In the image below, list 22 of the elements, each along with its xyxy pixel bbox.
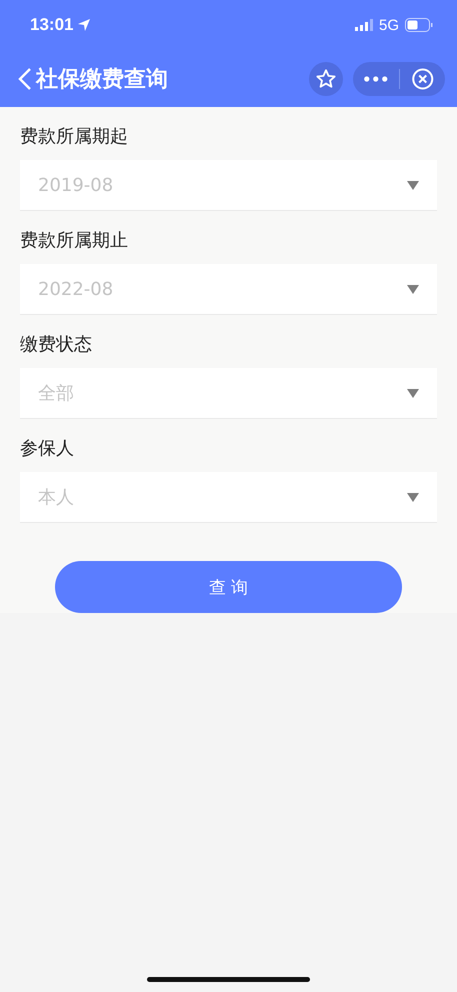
network-label: 5G xyxy=(378,16,399,34)
select-field[interactable]: 2019-08 xyxy=(20,160,437,211)
star-icon xyxy=(315,68,337,90)
field-label: 参保人 xyxy=(20,437,75,461)
dropdown-caret-icon xyxy=(407,180,419,190)
field-label: 缴费状态 xyxy=(20,333,93,357)
select-field[interactable]: 全部 xyxy=(20,368,437,419)
page-title: 社保缴费查询 xyxy=(36,66,168,94)
location-arrow-icon xyxy=(77,18,92,32)
favorite-button[interactable] xyxy=(309,62,343,96)
query-button[interactable]: 查 询 xyxy=(55,561,402,613)
dropdown-caret-icon xyxy=(407,492,419,502)
select-field[interactable]: 2022-08 xyxy=(20,264,437,315)
select-field[interactable]: 本人 xyxy=(20,472,437,523)
field-label: 费款所属期起 xyxy=(20,125,129,149)
field-label: 费款所属期止 xyxy=(20,229,129,253)
dropdown-caret-icon xyxy=(407,388,419,398)
status-time: 13:01 xyxy=(30,15,74,35)
back-icon[interactable] xyxy=(18,66,32,90)
dropdown-caret-icon xyxy=(407,284,419,294)
signal-icon xyxy=(354,19,373,31)
battery-icon xyxy=(405,18,433,32)
